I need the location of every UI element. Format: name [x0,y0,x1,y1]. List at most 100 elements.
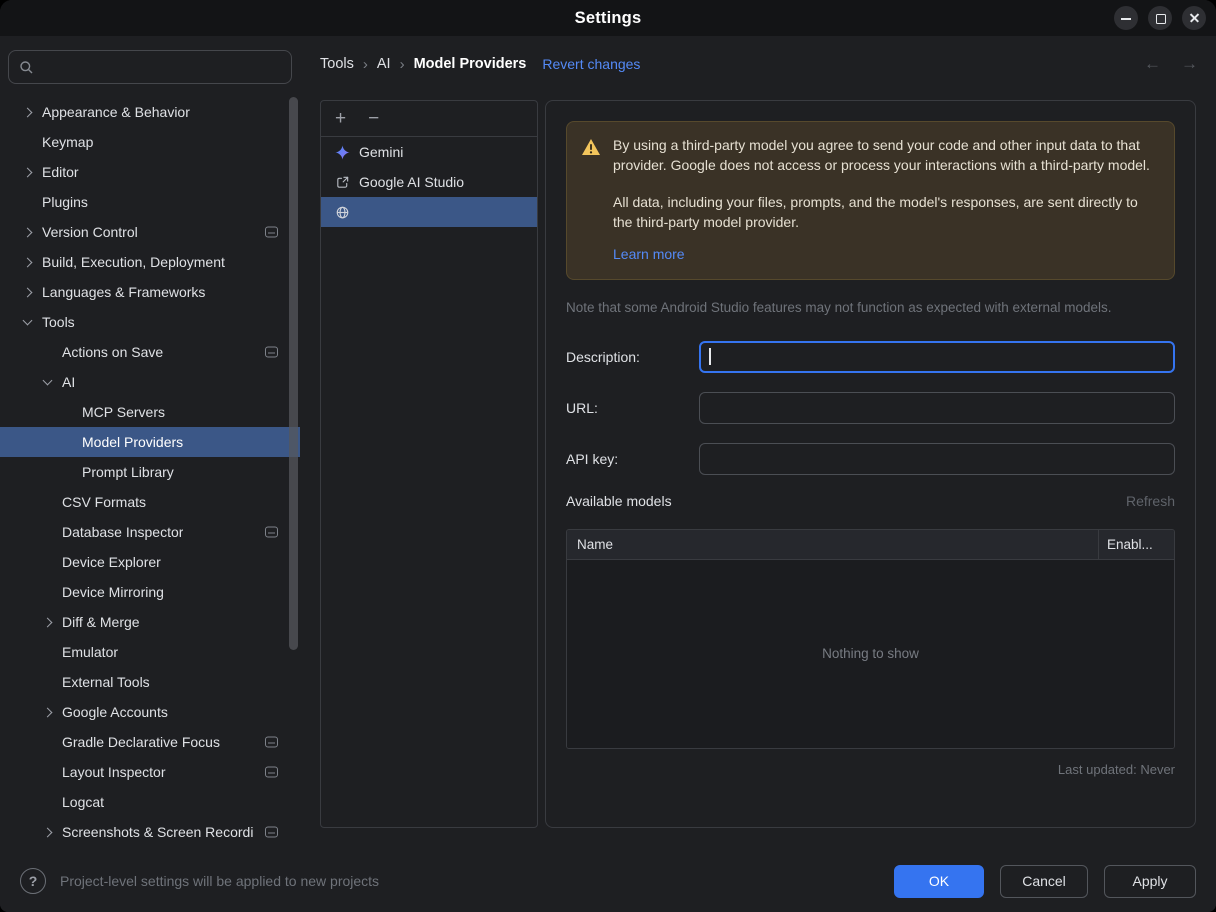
search-input[interactable] [8,50,292,84]
chevron-right-icon [43,707,53,717]
sidebar-item-diff-merge[interactable]: Diff & Merge [0,607,300,637]
sidebar-item-mcp-servers[interactable]: MCP Servers [0,397,300,427]
provider-label: Gemini [359,144,403,160]
sidebar-item-label: Gradle Declarative Focus [62,734,220,750]
provider-toolbar: + − [321,101,537,137]
chevron-right-icon [23,287,33,297]
sidebar-scrollbar[interactable] [289,97,298,650]
google-ai-studio-icon [334,174,350,190]
breadcrumb-model-providers: Model Providers [414,56,527,72]
column-header-enabled[interactable]: Enabl... [1098,530,1174,559]
cancel-button[interactable]: Cancel [1000,865,1088,898]
last-updated-label: Last updated: Never [566,762,1175,777]
sidebar-item-label: CSV Formats [62,494,146,510]
api-key-input[interactable] [699,443,1175,475]
sidebar-item-layout-inspector[interactable]: Layout Inspector [0,757,300,787]
title-bar: Settings [0,0,1216,36]
sidebar-item-screenshots-screen-recording[interactable]: Screenshots & Screen Recordi [0,817,300,847]
chevron-down-icon [23,316,33,326]
sidebar-item-device-explorer[interactable]: Device Explorer [0,547,300,577]
add-provider-button[interactable]: + [335,109,346,128]
sidebar-item-keymap[interactable]: Keymap [0,127,300,157]
maximize-icon[interactable] [1148,6,1172,30]
sidebar-item-appearance-behavior[interactable]: Appearance & Behavior [0,97,300,127]
learn-more-link[interactable]: Learn more [613,245,685,265]
sidebar-item-label: Languages & Frameworks [42,284,205,300]
sidebar-item-label: Device Mirroring [62,584,164,600]
description-input[interactable] [699,341,1175,373]
sidebar-item-label: MCP Servers [82,404,165,420]
provider-label: Google AI Studio [359,174,464,190]
breadcrumb: Tools › AI › Model Providers Revert chan… [320,36,1198,92]
shared-settings-icon [265,737,278,748]
sidebar-item-external-tools[interactable]: External Tools [0,667,300,697]
sidebar-item-label: Screenshots & Screen Recordi [62,824,253,840]
sidebar-item-languages-frameworks[interactable]: Languages & Frameworks [0,277,300,307]
warning-icon [581,138,601,161]
warning-paragraph-1: By using a third-party model you agree t… [613,136,1158,175]
breadcrumb-tools[interactable]: Tools [320,56,354,72]
sidebar-item-editor[interactable]: Editor [0,157,300,187]
sidebar-item-label: External Tools [62,674,150,690]
back-arrow-icon[interactable]: ← [1144,54,1161,74]
ok-button[interactable]: OK [894,865,984,898]
sidebar-item-version-control[interactable]: Version Control [0,217,300,247]
sidebar-item-build-execution-deployment[interactable]: Build, Execution, Deployment [0,247,300,277]
sidebar-item-label: Version Control [42,224,138,240]
provider-list-panel: + − Gemini Google AI Studio [320,100,538,828]
sidebar-item-label: Model Providers [82,434,183,450]
chevron-down-icon [43,376,53,386]
revert-changes-link[interactable]: Revert changes [542,56,640,72]
search-icon [19,60,34,75]
warning-paragraph-2: All data, including your files, prompts,… [613,193,1158,232]
model-provider-detail-panel: By using a third-party model you agree t… [545,100,1196,828]
provider-item-google-ai-studio[interactable]: Google AI Studio [321,167,537,197]
sidebar-item-label: Appearance & Behavior [42,104,190,120]
refresh-button[interactable]: Refresh [1126,493,1175,509]
footer-hint: Project-level settings will be applied t… [60,873,878,889]
available-models-label: Available models [566,493,672,509]
forward-arrow-icon[interactable]: → [1181,54,1198,74]
close-icon[interactable] [1182,6,1206,30]
third-party-warning-banner: By using a third-party model you agree t… [566,121,1175,280]
sidebar-item-plugins[interactable]: Plugins [0,187,300,217]
sidebar-item-label: Keymap [42,134,93,150]
sidebar-item-label: Prompt Library [82,464,174,480]
breadcrumb-separator: › [363,56,368,73]
sidebar-item-google-accounts[interactable]: Google Accounts [0,697,300,727]
url-input[interactable] [699,392,1175,424]
sidebar-item-logcat[interactable]: Logcat [0,787,300,817]
sidebar-item-csv-formats[interactable]: CSV Formats [0,487,300,517]
provider-item-new[interactable] [321,197,537,227]
sidebar-item-actions-on-save[interactable]: Actions on Save [0,337,300,367]
column-header-name[interactable]: Name [567,530,1098,559]
remove-provider-button[interactable]: − [368,109,379,128]
help-icon[interactable]: ? [20,868,46,894]
text-caret [709,348,711,365]
sidebar-item-gradle-declarative-focus[interactable]: Gradle Declarative Focus [0,727,300,757]
description-label: Description: [566,349,699,365]
apply-button[interactable]: Apply [1104,865,1196,898]
provider-item-gemini[interactable]: Gemini [321,137,537,167]
sidebar-item-label: Actions on Save [62,344,163,360]
sidebar-item-tools[interactable]: Tools [0,307,300,337]
sidebar-item-device-mirroring[interactable]: Device Mirroring [0,577,300,607]
sidebar-item-label: Logcat [62,794,104,810]
sidebar-item-label: Device Explorer [62,554,161,570]
sidebar-item-prompt-library[interactable]: Prompt Library [0,457,300,487]
minimize-icon[interactable] [1114,6,1138,30]
breadcrumb-ai[interactable]: AI [377,56,391,72]
dialog-footer: ? Project-level settings will be applied… [0,850,1216,912]
sidebar-item-label: Tools [42,314,75,330]
sidebar-item-label: Diff & Merge [62,614,140,630]
sidebar-item-model-providers[interactable]: Model Providers [0,427,300,457]
sidebar-item-emulator[interactable]: Emulator [0,637,300,667]
window-controls [1114,6,1206,30]
sidebar-item-label: AI [62,374,75,390]
sidebar-item-label: Editor [42,164,79,180]
sidebar-item-label: Layout Inspector [62,764,166,780]
shared-settings-icon [265,347,278,358]
shared-settings-icon [265,227,278,238]
sidebar-item-database-inspector[interactable]: Database Inspector [0,517,300,547]
sidebar-item-ai[interactable]: AI [0,367,300,397]
